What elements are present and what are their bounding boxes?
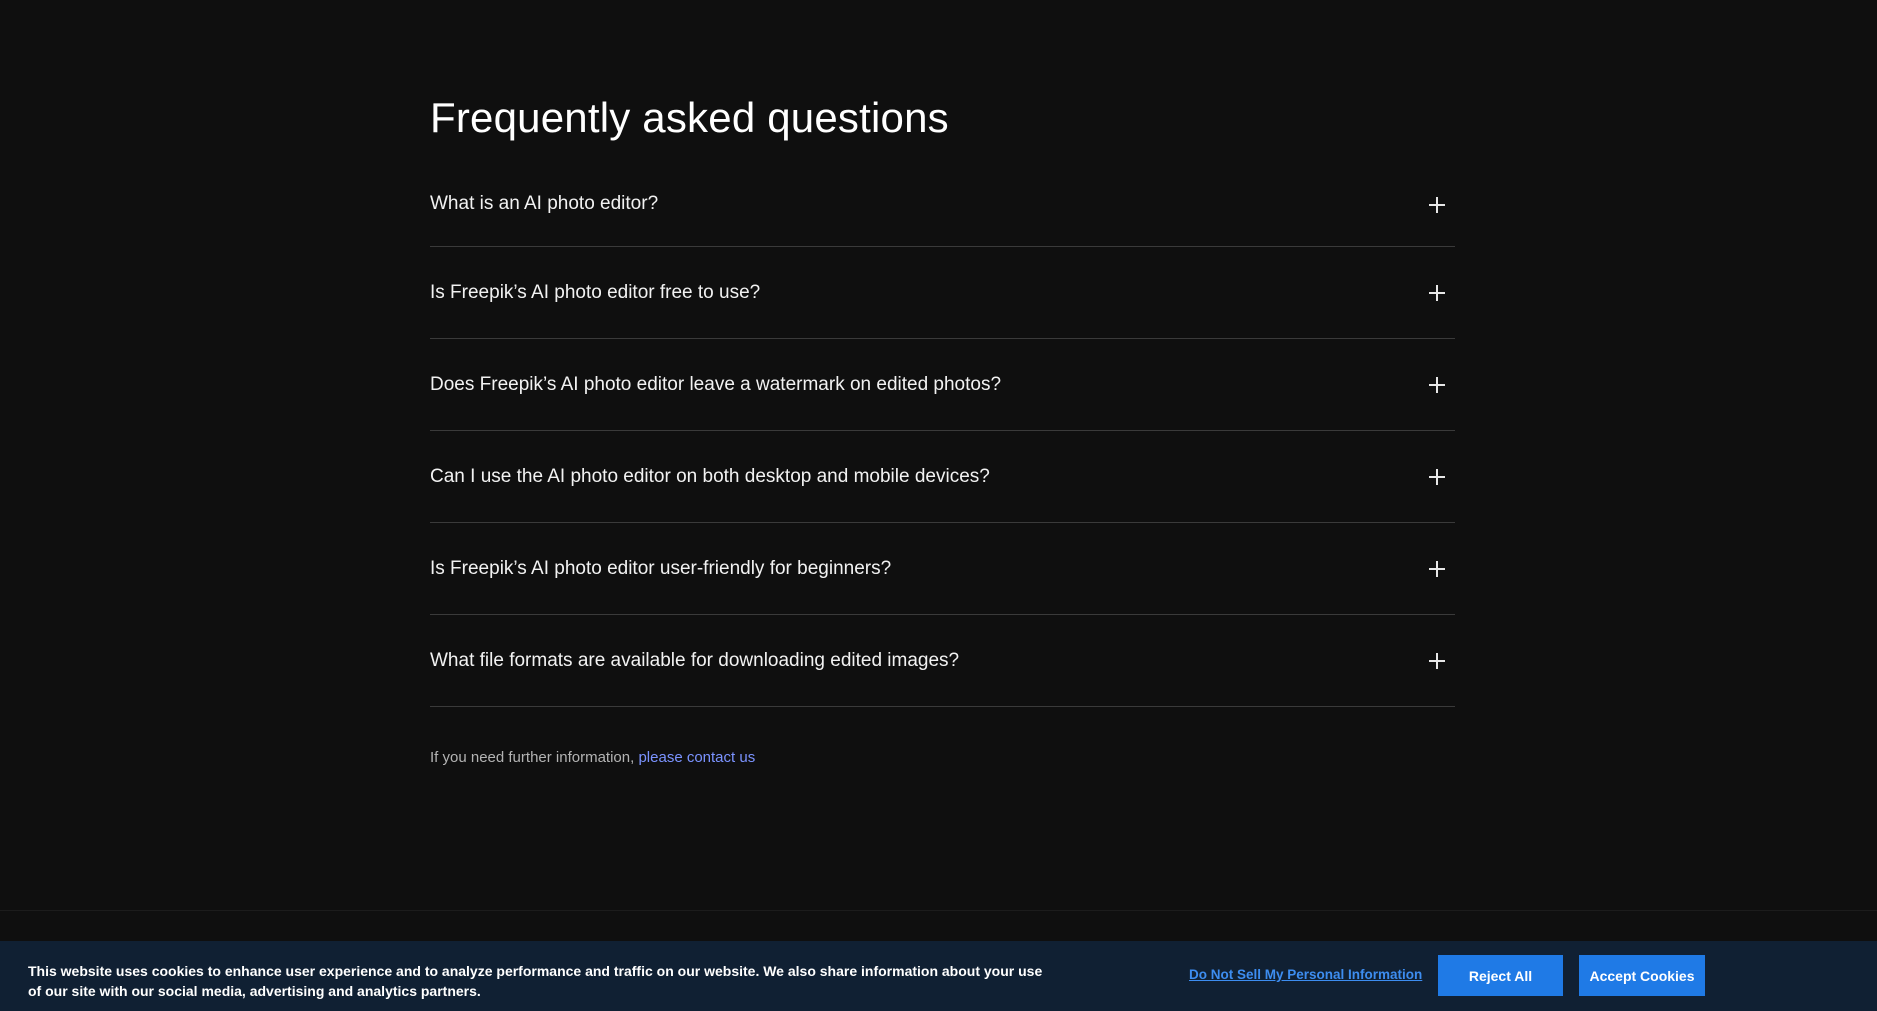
faq-item[interactable]: What file formats are available for down…	[430, 615, 1455, 707]
faq-section: Frequently asked questions What is an AI…	[430, 88, 1455, 766]
faq-title: Frequently asked questions	[430, 94, 949, 141]
page: Frequently asked questions What is an AI…	[0, 0, 1877, 1011]
accept-cookies-button[interactable]: Accept Cookies	[1579, 955, 1705, 996]
faq-item[interactable]: Can I use the AI photo editor on both de…	[430, 431, 1455, 523]
plus-icon[interactable]	[1429, 197, 1445, 213]
do-not-sell-link[interactable]: Do Not Sell My Personal Information	[1189, 967, 1422, 982]
plus-icon[interactable]	[1429, 468, 1445, 485]
cookie-banner-text: This website uses cookies to enhance use…	[28, 963, 1043, 999]
contact-us-link[interactable]: please contact us	[638, 749, 755, 766]
plus-icon[interactable]	[1429, 560, 1445, 577]
faq-item[interactable]: Does Freepik’s AI photo editor leave a w…	[430, 339, 1455, 431]
cookie-banner: This website uses cookies to enhance use…	[0, 941, 1877, 1011]
faq-footer-text: If you need further information,	[430, 749, 635, 766]
faq-question: What file formats are available for down…	[430, 649, 960, 671]
reject-all-button[interactable]: Reject All	[1438, 955, 1563, 996]
faq-list: What is an AI photo editor? Is Freepik’s…	[430, 180, 1455, 707]
faq-question: What is an AI photo editor?	[430, 193, 659, 214]
section-divider	[0, 910, 1877, 911]
faq-item[interactable]: Is Freepik’s AI photo editor free to use…	[430, 247, 1455, 339]
faq-question: Can I use the AI photo editor on both de…	[430, 465, 990, 487]
faq-item[interactable]: What is an AI photo editor?	[430, 180, 1455, 247]
faq-question: Is Freepik’s AI photo editor user-friend…	[430, 557, 892, 579]
faq-question: Does Freepik’s AI photo editor leave a w…	[430, 373, 1002, 395]
plus-icon[interactable]	[1429, 284, 1445, 301]
plus-icon[interactable]	[1429, 652, 1445, 669]
faq-item[interactable]: Is Freepik’s AI photo editor user-friend…	[430, 523, 1455, 615]
faq-question: Is Freepik’s AI photo editor free to use…	[430, 281, 761, 303]
faq-footer: If you need further information, please …	[430, 749, 1455, 766]
plus-icon[interactable]	[1429, 376, 1445, 393]
